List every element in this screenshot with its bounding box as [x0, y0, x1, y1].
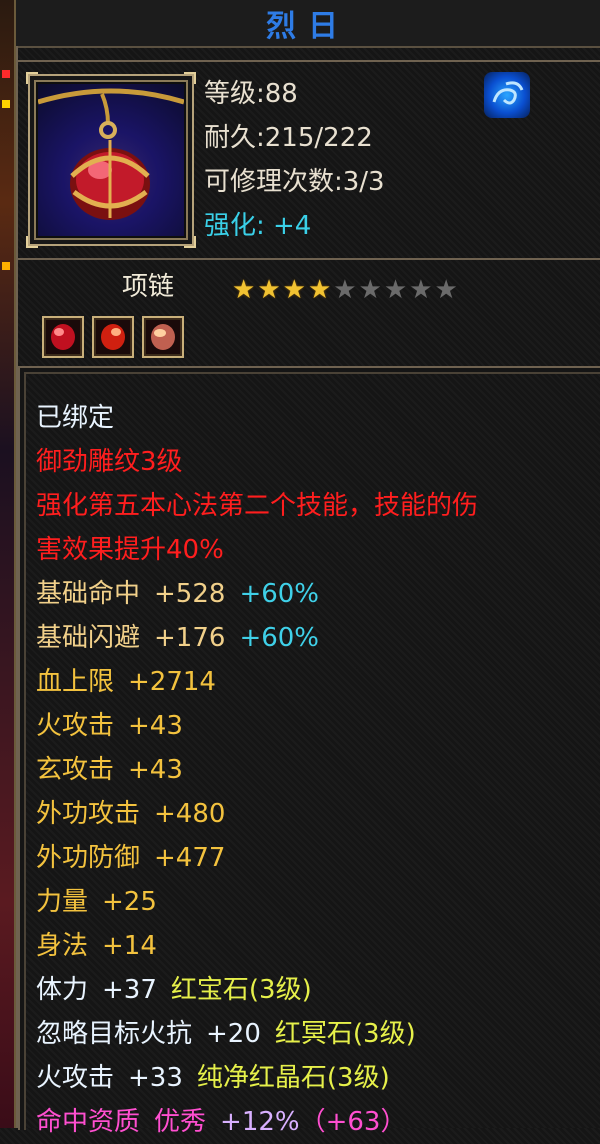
frame-divider — [18, 60, 600, 62]
frame-corner — [184, 72, 196, 84]
blue-swirl-class-icon — [484, 72, 530, 118]
stat-line: 力量 +25 — [36, 880, 478, 924]
stat-name: 火攻击 — [36, 711, 115, 741]
stat-name: 外功防御 — [36, 843, 141, 873]
star-filled-icon: ★ — [307, 275, 332, 305]
gem-stat-name: 忽略目标火抗 — [36, 1019, 193, 1049]
engraving-effect-line: 害效果提升40% — [36, 535, 224, 565]
stat-line: 玄攻击 +43 — [36, 748, 478, 792]
gem-stat-line: 忽略目标火抗 +20 红冥石(3级) — [36, 1012, 478, 1056]
gem-stat-name: 体力 — [36, 975, 89, 1005]
bound-status: 已绑定 — [36, 403, 115, 433]
item-durability: 耐久:215/222 — [204, 123, 373, 153]
star-empty-icon: ★ — [409, 275, 433, 305]
stat-name: 玄攻击 — [36, 755, 115, 785]
stat-value: +14 — [102, 931, 157, 961]
stat-bonus: +60% — [239, 579, 320, 609]
star-filled-icon: ★ — [257, 275, 281, 305]
stat-line: 基础闪避 +176 +60% — [36, 616, 478, 660]
frame-divider — [18, 258, 600, 260]
stat-line: 外功防御 +477 — [36, 836, 478, 880]
stat-name: 力量 — [36, 887, 89, 917]
stat-value: +25 — [102, 887, 157, 917]
stat-bonus: +60% — [239, 623, 320, 653]
pink-gem-icon[interactable] — [142, 316, 184, 358]
frame-corner — [26, 236, 38, 248]
stat-name: 身法 — [36, 931, 89, 961]
star-empty-icon: ★ — [358, 275, 382, 305]
stat-line: 血上限 +2714 — [36, 660, 478, 704]
left-border-strip — [0, 0, 16, 1128]
gem-stat-value: +33 — [128, 1063, 183, 1093]
item-enhance-level: 强化: +4 — [204, 211, 312, 241]
gem-stat-line: 体力 +37 红宝石(3级) — [36, 968, 478, 1012]
aptitude-bonus: （+63） — [299, 1107, 407, 1137]
gem-source: 红宝石(3级) — [170, 975, 312, 1005]
stat-name: 基础命中 — [36, 579, 141, 609]
stat-value: +43 — [128, 755, 183, 785]
stat-name: 血上限 — [36, 667, 115, 697]
red-gem-icon[interactable] — [42, 316, 84, 358]
gem-source: 纯净红晶石(3级) — [196, 1063, 390, 1093]
aptitude-label: 命中资质 — [36, 1107, 141, 1137]
stat-value: +176 — [154, 623, 226, 653]
stat-line: 火攻击 +43 — [36, 704, 478, 748]
frame-corner — [184, 236, 196, 248]
item-icon-frame[interactable] — [26, 72, 196, 248]
item-name-title: 烈日 — [266, 9, 350, 44]
stat-name: 基础闪避 — [36, 623, 141, 653]
item-basic-stats: 等级:88 耐久:215/222 可修理次数:3/3 强化: +4 — [204, 74, 385, 250]
star-empty-icon: ★ — [434, 275, 458, 305]
red-gem-icon[interactable] — [92, 316, 134, 358]
item-repair-count: 可修理次数:3/3 — [204, 167, 385, 197]
stat-value: +43 — [128, 711, 183, 741]
frame-corner — [26, 72, 38, 84]
item-level: 等级:88 — [204, 79, 298, 109]
star-filled-icon: ★ — [282, 275, 306, 305]
stat-value: +480 — [154, 799, 226, 829]
gem-stat-value: +20 — [206, 1019, 261, 1049]
stat-value: +2714 — [128, 667, 216, 697]
gem-stat-line: 火攻击 +33 纯净红晶石(3级) — [36, 1056, 478, 1100]
star-empty-icon: ★ — [383, 275, 408, 305]
star-rating: ★ ★ ★ ★ ★ ★ ★ ★ ★ — [232, 276, 458, 304]
stat-value: +528 — [154, 579, 226, 609]
gem-stat-name: 火攻击 — [36, 1063, 115, 1093]
stat-name: 外功攻击 — [36, 799, 141, 829]
left-strip-marker — [2, 70, 10, 78]
red-pendant-necklace-icon — [38, 84, 184, 236]
gem-source: 红冥石(3级) — [274, 1019, 416, 1049]
left-strip-marker — [2, 262, 10, 270]
engraving-name: 御劲雕纹3级 — [36, 447, 183, 477]
aptitude-line: 命中资质 优秀 +12%（+63） — [36, 1100, 478, 1144]
aptitude-grade: 优秀 — [154, 1107, 207, 1137]
stat-line: 外功攻击 +480 — [36, 792, 478, 836]
gem-slots — [42, 316, 184, 358]
engraving-effect-line: 强化第五本心法第二个技能，技能的伤 — [36, 491, 479, 521]
aptitude-percent: +12% — [220, 1107, 300, 1137]
star-empty-icon: ★ — [333, 275, 357, 305]
stat-value: +477 — [154, 843, 226, 873]
star-filled-icon: ★ — [232, 275, 256, 305]
gem-stat-value: +37 — [102, 975, 157, 1005]
stat-line: 基础命中 +528 +60% — [36, 572, 478, 616]
stat-line: 身法 +14 — [36, 924, 478, 968]
left-strip-marker — [2, 100, 10, 108]
tooltip-title-bar: 烈日 — [16, 0, 600, 48]
item-type-label: 项链 — [122, 272, 175, 302]
item-description-panel: 已绑定 御劲雕纹3级 强化第五本心法第二个技能，技能的伤 害效果提升40% 基础… — [18, 366, 600, 1137]
